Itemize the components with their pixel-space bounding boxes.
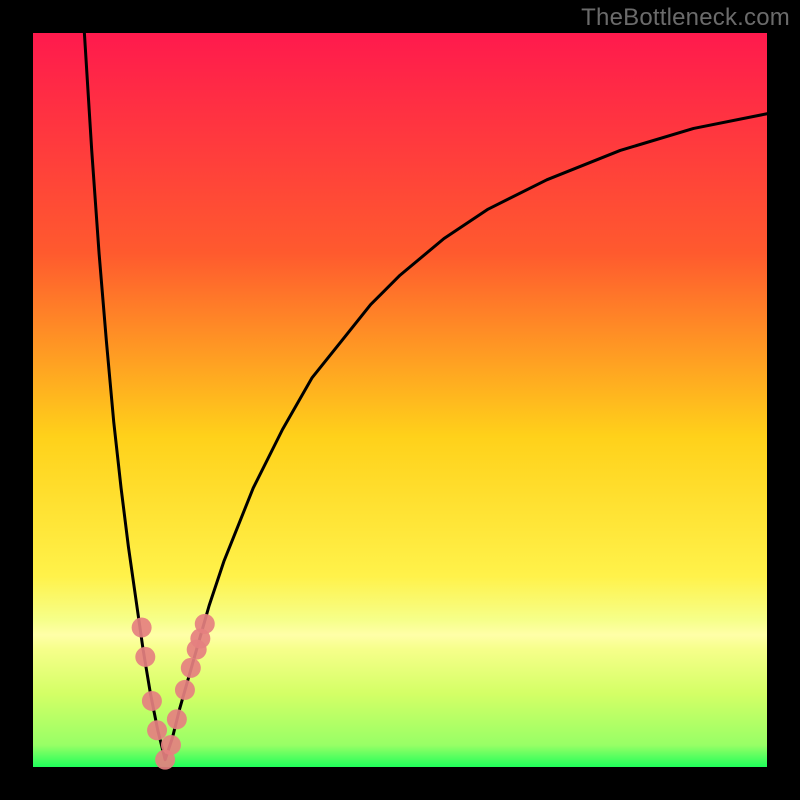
highlight-dot (175, 680, 195, 700)
highlight-dot (147, 720, 167, 740)
bottleneck-chart (0, 0, 800, 800)
highlight-dot (135, 647, 155, 667)
watermark-text: TheBottleneck.com (581, 4, 790, 32)
highlight-dot (181, 658, 201, 678)
highlight-dot (132, 618, 152, 638)
chart-frame: TheBottleneck.com (0, 0, 800, 800)
highlight-dot (167, 709, 187, 729)
highlight-dot (142, 691, 162, 711)
highlight-dot (161, 735, 181, 755)
highlight-dot (195, 614, 215, 634)
